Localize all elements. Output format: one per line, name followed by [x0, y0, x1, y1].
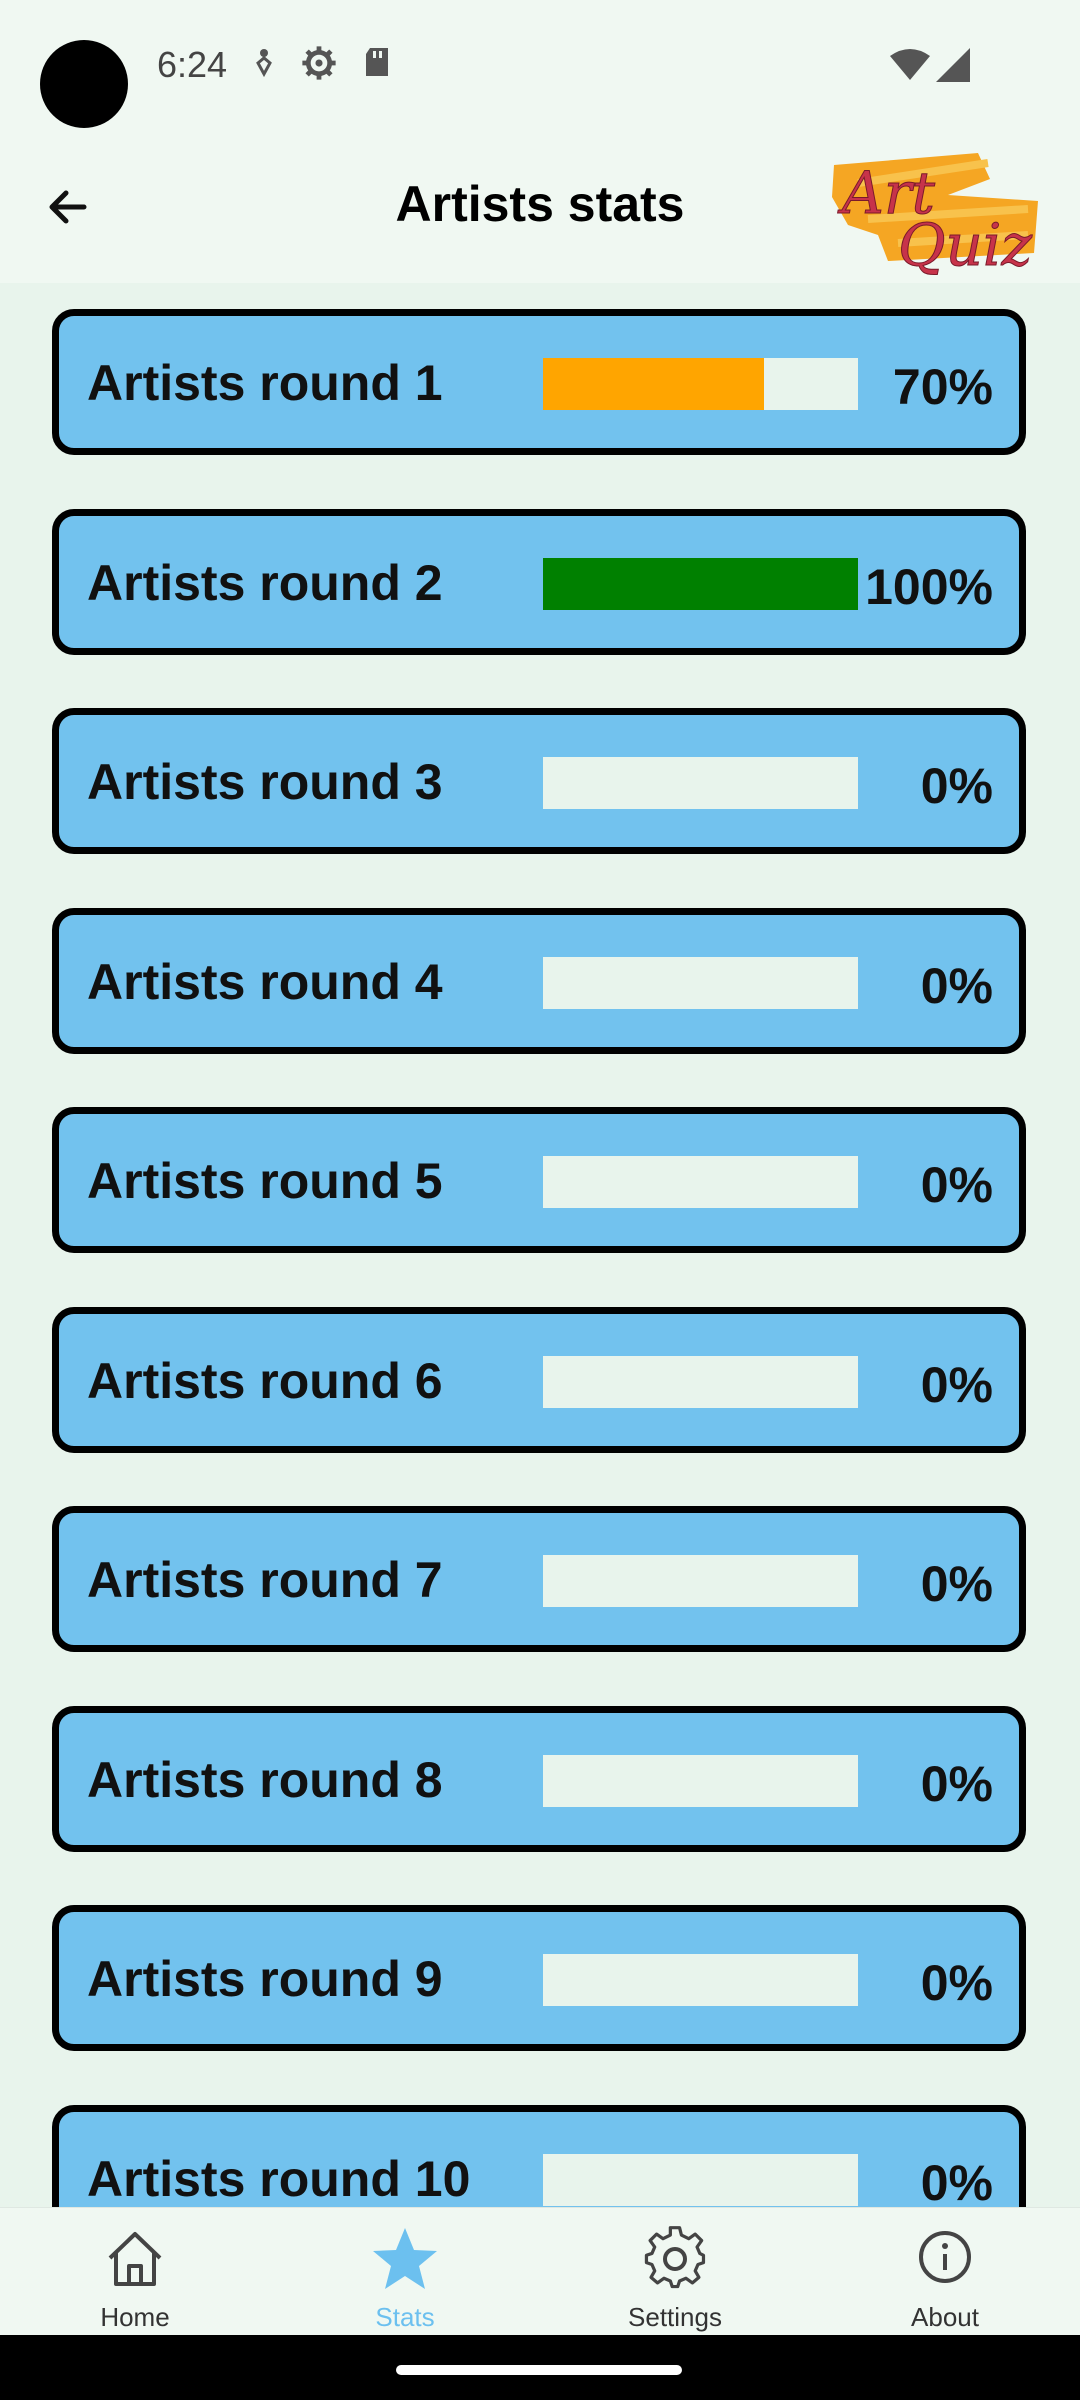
round-card[interactable]: Artists round 1 70%	[52, 309, 1026, 455]
rounds-list[interactable]: Artists round 1 70% Artists round 2 100%…	[0, 283, 1080, 2207]
wifi-icon	[890, 49, 930, 80]
progress-bar	[543, 558, 858, 610]
nav-label: Settings	[628, 2302, 722, 2332]
round-percent: 0%	[920, 1157, 993, 1213]
round-label: Artists round 10	[87, 2151, 471, 2207]
nav-item-about[interactable]: About	[810, 2208, 1080, 2336]
progress-bar	[543, 2154, 858, 2206]
round-label: Artists round 1	[87, 355, 443, 411]
nav-label: Stats	[375, 2302, 435, 2332]
home-gesture-handle[interactable]	[396, 2365, 682, 2375]
round-card[interactable]: Artists round 9 0%	[52, 1905, 1026, 2051]
progress-bar	[543, 1156, 858, 1208]
round-card[interactable]: Artists round 2 100%	[52, 509, 1026, 655]
progress-bar	[543, 358, 858, 410]
status-bar: 6:24	[0, 0, 1080, 135]
camera-cutout	[40, 40, 128, 128]
progress-bar	[543, 1755, 858, 1807]
round-percent: 0%	[920, 2155, 993, 2207]
nav-item-home[interactable]: Home	[0, 2208, 270, 2336]
progress-fill	[543, 358, 764, 410]
art-quiz-logo: Art Quiz	[832, 153, 1038, 279]
round-label: Artists round 3	[87, 754, 443, 810]
round-card[interactable]: Artists round 4 0%	[52, 908, 1026, 1054]
progress-fill	[543, 558, 858, 610]
round-label: Artists round 2	[87, 555, 443, 611]
round-card[interactable]: Artists round 10 0%	[52, 2105, 1026, 2207]
round-percent: 0%	[920, 958, 993, 1014]
nav-item-settings[interactable]: Settings	[540, 2208, 810, 2336]
round-percent: 70%	[892, 359, 993, 415]
round-percent: 0%	[920, 1357, 993, 1413]
bottom-navigation: Home Stats Settings About	[0, 2207, 1080, 2336]
progress-bar	[543, 1555, 858, 1607]
status-time: 6:24	[157, 44, 228, 85]
logo-text-quiz: Quiz	[898, 211, 1032, 279]
round-label: Artists round 4	[87, 954, 443, 1010]
progress-bar	[543, 957, 858, 1009]
sd-card-icon	[366, 48, 388, 76]
app-bar: Artists stats Art Quiz	[0, 135, 1080, 283]
round-label: Artists round 7	[87, 1552, 443, 1608]
home-icon	[108, 2232, 162, 2286]
settings-gear-icon	[302, 46, 336, 80]
round-percent: 0%	[920, 758, 993, 814]
round-label: Artists round 6	[87, 1353, 443, 1409]
round-percent: 0%	[920, 1756, 993, 1812]
progress-bar	[543, 1954, 858, 2006]
round-card[interactable]: Artists round 3 0%	[52, 708, 1026, 854]
round-label: Artists round 5	[87, 1153, 443, 1209]
star-icon	[373, 2228, 437, 2289]
progress-bar	[543, 1356, 858, 1408]
round-label: Artists round 8	[87, 1752, 443, 1808]
round-card[interactable]: Artists round 5 0%	[52, 1107, 1026, 1253]
nav-label: Home	[100, 2302, 170, 2332]
system-navigation-bar	[0, 2335, 1080, 2400]
signal-icon	[936, 48, 970, 82]
accessibility-icon	[256, 49, 272, 78]
round-card[interactable]: Artists round 6 0%	[52, 1307, 1026, 1453]
round-label: Artists round 9	[87, 1951, 443, 2007]
progress-bar	[543, 757, 858, 809]
round-percent: 0%	[920, 1955, 993, 2011]
round-percent: 100%	[865, 559, 993, 615]
round-percent: 0%	[920, 1556, 993, 1612]
round-card[interactable]: Artists round 8 0%	[52, 1706, 1026, 1852]
round-card[interactable]: Artists round 7 0%	[52, 1506, 1026, 1652]
gear-icon	[644, 2226, 706, 2289]
nav-label: About	[911, 2302, 979, 2332]
info-icon	[919, 2231, 971, 2283]
nav-item-stats[interactable]: Stats	[270, 2208, 540, 2336]
